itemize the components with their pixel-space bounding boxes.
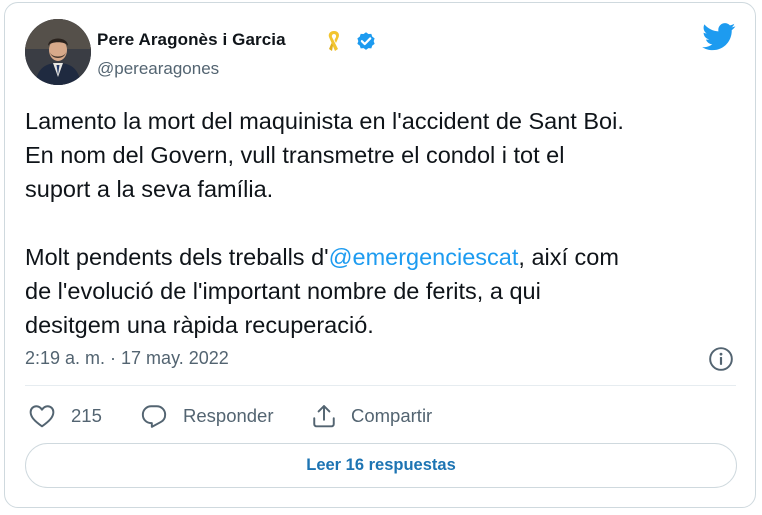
tweet-line: desitgem una ràpida recuperació. [25, 312, 374, 338]
yellow-ribbon-icon [323, 29, 345, 58]
user-handle[interactable]: @perearagones [97, 59, 219, 79]
divider [25, 385, 736, 386]
share-button[interactable]: Compartir [311, 401, 432, 431]
read-replies-button[interactable]: Leer 16 respuestas [25, 443, 737, 488]
verified-badge-icon [355, 30, 377, 57]
tweet-line: Molt pendents dels treballs d'@emergenci… [25, 240, 740, 274]
read-replies-label: Leer 16 respuestas [306, 456, 456, 474]
avatar-image [25, 19, 91, 85]
share-icon [313, 405, 335, 428]
reply-label: Responder [183, 405, 274, 426]
heart-icon [29, 405, 55, 428]
tweet-text-fragment: , així com [518, 244, 619, 270]
tweet-line: suport a la seva família. [25, 176, 274, 202]
tweet-card: Pere Aragonès i Garcia @perearagones Lam… [4, 2, 756, 508]
display-name[interactable]: Pere Aragonès i Garcia [97, 30, 286, 50]
like-button[interactable]: 215 [29, 401, 102, 431]
reply-button[interactable]: Responder [141, 401, 274, 431]
like-count: 215 [71, 405, 102, 426]
tweet-timestamp[interactable]: 2:19 a. m. · 17 may. 2022 [25, 348, 229, 369]
info-icon[interactable] [708, 346, 734, 377]
reply-bubble-icon [141, 405, 167, 428]
tweet-text-fragment: Molt pendents dels treballs d' [25, 244, 329, 270]
tweet-line: En nom del Govern, vull transmetre el co… [25, 142, 565, 168]
tweet-text: Lamento la mort del maquinista en l'acci… [25, 104, 740, 342]
share-label: Compartir [351, 405, 433, 426]
avatar[interactable] [25, 19, 91, 85]
tweet-line: de l'evolució de l'important nombre de f… [25, 278, 541, 304]
mention-link[interactable]: @emergenciescat [329, 244, 519, 270]
tweet-line: Lamento la mort del maquinista en l'acci… [25, 108, 624, 134]
twitter-bird-icon[interactable] [702, 23, 736, 56]
